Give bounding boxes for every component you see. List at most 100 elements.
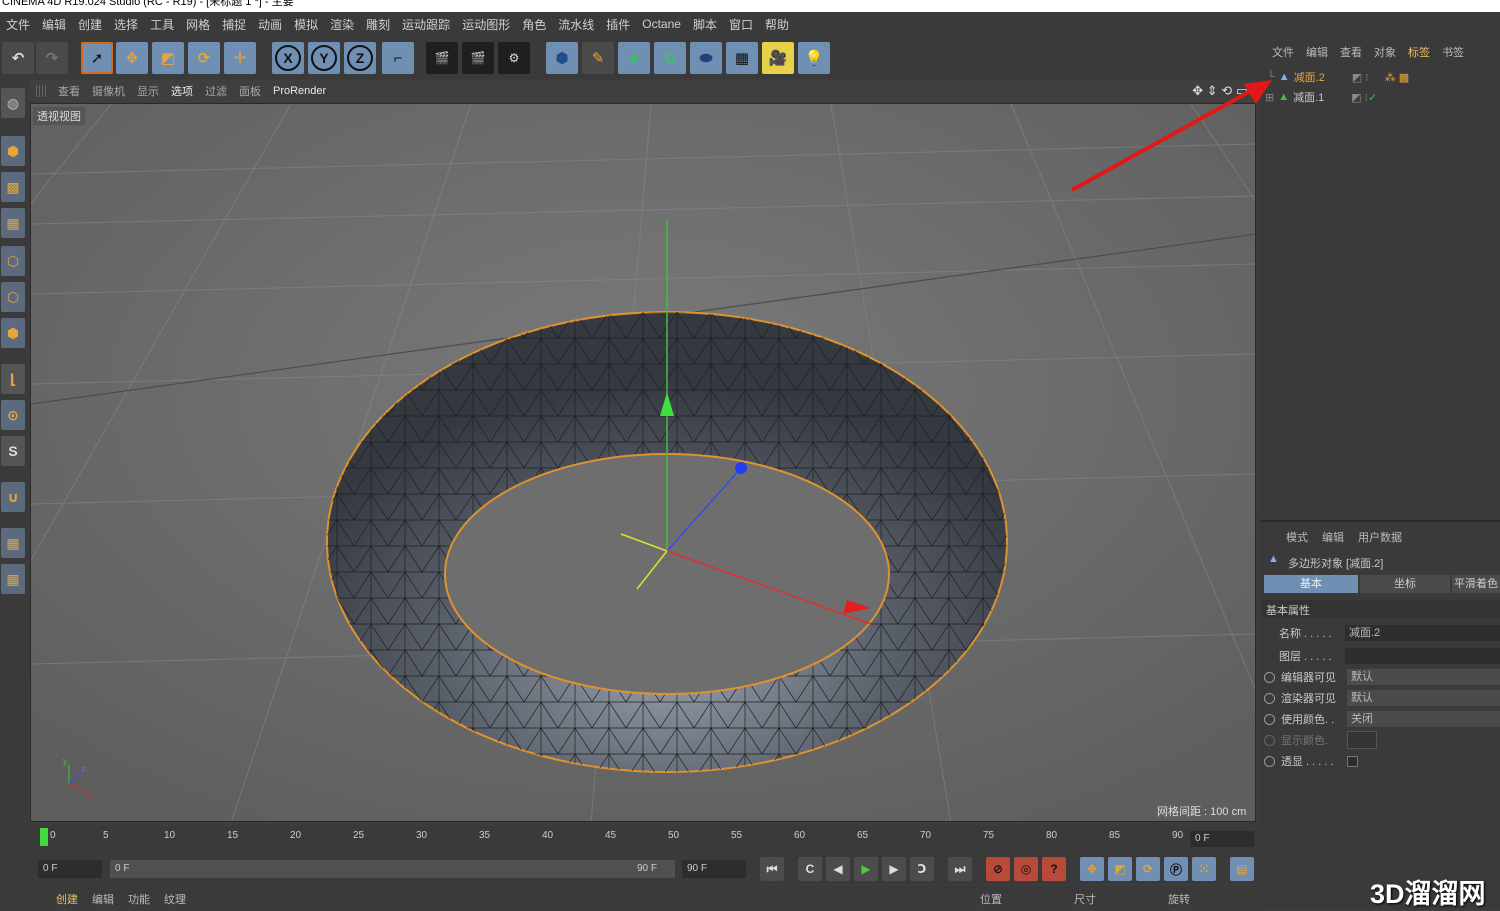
planar-workplane-button[interactable]: ▦: [1, 564, 25, 594]
pen-tool-button[interactable]: ✎: [582, 42, 614, 74]
am-menu-mode[interactable]: 模式: [1286, 529, 1308, 545]
end-frame-field[interactable]: 90 F: [682, 860, 746, 878]
tab-function[interactable]: 功能: [128, 891, 150, 907]
om-menu-file[interactable]: 文件: [1272, 44, 1294, 60]
visibility-dots-icon[interactable]: ◩ ⁝: [1352, 71, 1369, 84]
om-menu-objects[interactable]: 对象: [1374, 44, 1396, 60]
polygons-mode-button[interactable]: ⬢: [1, 318, 25, 348]
menu-simulate[interactable]: 模拟: [294, 16, 318, 33]
cube-object-button[interactable]: ⬢: [546, 42, 578, 74]
use-color-select[interactable]: 关闭: [1347, 711, 1500, 727]
go-to-end-button[interactable]: ⏭: [948, 857, 972, 881]
viewport-menu-prorender[interactable]: ProRender: [273, 85, 326, 97]
viewport-menu-display[interactable]: 显示: [137, 83, 159, 99]
frame-range-slider[interactable]: 0 F 90 F: [110, 860, 675, 878]
om-menu-view[interactable]: 查看: [1340, 44, 1362, 60]
layer-field[interactable]: [1345, 648, 1500, 664]
object-name[interactable]: 减面.1: [1293, 89, 1343, 105]
om-menu-bookmarks[interactable]: 书签: [1442, 44, 1464, 60]
previous-key-button[interactable]: C: [798, 857, 822, 881]
menu-mesh[interactable]: 网格: [186, 16, 210, 33]
render-settings-button[interactable]: ⚙: [498, 42, 530, 74]
coordinate-system-button[interactable]: ⌐: [382, 42, 414, 74]
key-parameter-button[interactable]: Ⓟ: [1164, 857, 1188, 881]
menu-mograph[interactable]: 运动图形: [462, 16, 510, 33]
z-axis-lock-button[interactable]: Z: [344, 42, 376, 74]
animate-radio-icon[interactable]: [1264, 755, 1275, 767]
key-position-button[interactable]: ✥: [1080, 857, 1104, 881]
select-tool-button[interactable]: ➚: [81, 42, 113, 74]
start-frame-field[interactable]: 0 F: [38, 860, 102, 878]
deformer-button[interactable]: ⬬: [690, 42, 722, 74]
move-tool-button[interactable]: ✥: [116, 42, 148, 74]
floor-button[interactable]: ▦: [726, 42, 758, 74]
render-view-button[interactable]: 🎬: [426, 42, 458, 74]
tab-basic[interactable]: 基本: [1264, 575, 1358, 593]
menu-script[interactable]: 脚本: [693, 16, 717, 33]
viewport-menu-cameras[interactable]: 摄像机: [92, 83, 125, 99]
viewport-menu-filter[interactable]: 过滤: [205, 83, 227, 99]
playhead-marker[interactable]: [40, 828, 48, 846]
menu-tools[interactable]: 工具: [150, 16, 174, 33]
menu-select[interactable]: 选择: [114, 16, 138, 33]
solo-button[interactable]: S: [1, 436, 25, 466]
menu-snap[interactable]: 捕捉: [222, 16, 246, 33]
tab-create[interactable]: 创建: [56, 891, 78, 907]
om-menu-tags[interactable]: 标签: [1408, 44, 1430, 60]
viewport-menu-view[interactable]: 查看: [58, 83, 80, 99]
workplane-lock-button[interactable]: ▦: [1, 528, 25, 558]
render-picture-viewer-button[interactable]: 🎬: [462, 42, 494, 74]
snap-button[interactable]: ∪: [1, 482, 25, 512]
menu-character[interactable]: 角色: [522, 16, 546, 33]
menu-render[interactable]: 渲染: [330, 16, 354, 33]
subdivision-surface-button[interactable]: ◈: [618, 42, 650, 74]
name-field[interactable]: 减面.2: [1345, 625, 1500, 641]
make-editable-button[interactable]: ◍: [1, 88, 25, 118]
key-pla-button[interactable]: ⁙: [1192, 857, 1216, 881]
go-to-start-button[interactable]: ⏮: [760, 857, 784, 881]
menu-octane[interactable]: Octane: [642, 17, 681, 31]
viewport-menu-panel[interactable]: 面板: [239, 83, 261, 99]
animate-radio-icon[interactable]: [1264, 671, 1275, 683]
object-row-selected[interactable]: └ ▲ 减面.2 ◩ ⁝ ⁂ ▩: [1263, 68, 1500, 86]
editor-visible-select[interactable]: 默认: [1347, 669, 1500, 685]
tab-coordinates[interactable]: 坐标: [1360, 575, 1450, 593]
axis-mode-button[interactable]: ⌊: [1, 364, 25, 394]
tab-phong[interactable]: 平滑着色: [1452, 575, 1500, 593]
viewport-menu-options[interactable]: 选项: [171, 83, 193, 99]
next-frame-button[interactable]: ▶: [882, 857, 906, 881]
timeline-window-button[interactable]: ▤: [1230, 857, 1254, 881]
play-button[interactable]: ▶: [854, 857, 878, 881]
tab-texture[interactable]: 纹理: [164, 891, 186, 907]
previous-frame-button[interactable]: ◀: [826, 857, 850, 881]
y-axis-lock-button[interactable]: Y: [308, 42, 340, 74]
camera-button[interactable]: 🎥: [762, 42, 794, 74]
redo-button[interactable]: ↷: [36, 42, 68, 74]
menu-create[interactable]: 创建: [78, 16, 102, 33]
x-axis-lock-button[interactable]: X: [272, 42, 304, 74]
points-mode-button[interactable]: ⬡: [1, 246, 25, 276]
live-select-button[interactable]: ✛: [224, 42, 256, 74]
visibility-dots-icon[interactable]: ◩ ⁝✓: [1351, 91, 1377, 104]
tag-icons[interactable]: ⁂ ▩: [1385, 71, 1409, 84]
workplane-button[interactable]: ▦: [1, 208, 25, 238]
animate-radio-icon[interactable]: [1264, 692, 1275, 704]
menu-edit[interactable]: 编辑: [42, 16, 66, 33]
menu-sculpt[interactable]: 雕刻: [366, 16, 390, 33]
am-menu-edit[interactable]: 编辑: [1322, 529, 1344, 545]
menu-help[interactable]: 帮助: [765, 16, 789, 33]
menu-file[interactable]: 文件: [6, 16, 30, 33]
om-menu-edit[interactable]: 编辑: [1306, 44, 1328, 60]
rotate-tool-button[interactable]: ⟳: [188, 42, 220, 74]
keyframe-selection-button[interactable]: ?: [1042, 857, 1066, 881]
current-frame-field[interactable]: 0 F: [1190, 831, 1254, 847]
object-row[interactable]: ⊞ ▲ 减面.1 ◩ ⁝✓: [1263, 88, 1500, 106]
record-active-objects-button[interactable]: ⊘: [986, 857, 1010, 881]
autokey-button[interactable]: ◎: [1014, 857, 1038, 881]
object-name[interactable]: 减面.2: [1294, 69, 1344, 85]
key-scale-button[interactable]: ◩: [1108, 857, 1132, 881]
cloner-button[interactable]: ✿: [654, 42, 686, 74]
light-button[interactable]: 💡: [798, 42, 830, 74]
scale-tool-button[interactable]: ◩: [152, 42, 184, 74]
am-menu-user-data[interactable]: 用户数据: [1358, 529, 1402, 545]
